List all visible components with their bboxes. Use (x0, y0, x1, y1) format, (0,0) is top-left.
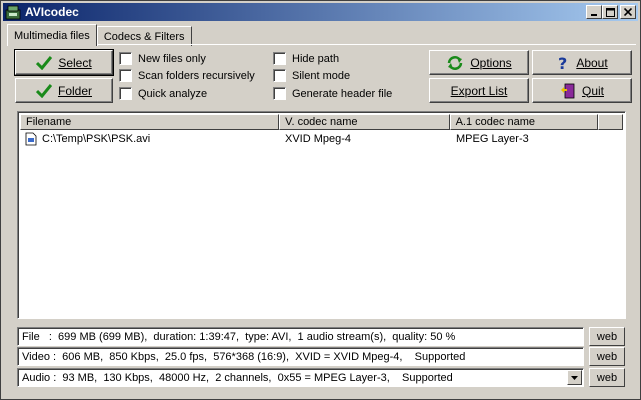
tab-codecs-filters[interactable]: Codecs & Filters (96, 26, 192, 46)
video-web-button[interactable]: web (589, 347, 625, 366)
close-button[interactable] (620, 5, 636, 19)
column-vcodec[interactable]: V. codec name (279, 114, 450, 130)
question-icon: ? (556, 55, 570, 71)
window-title: AVIcodec (25, 5, 79, 19)
tab-strip: Multimedia files Codecs & Filters (7, 24, 192, 46)
checkbox-label: Quick analyze (138, 87, 208, 100)
file-info-field: File : 699 MB (699 MB), duration: 1:39:4… (17, 327, 584, 346)
select-button-label: Select (58, 55, 92, 70)
checkbox-label: Hide path (292, 52, 340, 65)
generate-header-checkbox[interactable]: Generate header file (273, 87, 392, 100)
audio-info-text: Audio : 93 MB, 130 Kbps, 48000 Hz, 2 cha… (22, 371, 453, 384)
checkbox-box (273, 87, 286, 100)
hide-path-checkbox[interactable]: Hide path (273, 52, 339, 65)
checkbox-label: Generate header file (292, 87, 393, 100)
quit-button-label: Quit (581, 83, 604, 98)
file-list[interactable]: Filename V. codec name A.1 codec name C:… (17, 111, 626, 319)
about-button[interactable]: ? About (532, 50, 632, 75)
folder-button-label: Folder (57, 83, 92, 98)
silent-mode-checkbox[interactable]: Silent mode (273, 69, 350, 82)
scan-recursive-checkbox[interactable]: Scan folders recursively (119, 69, 255, 82)
export-list-button-label: Export List (450, 83, 508, 98)
options-button[interactable]: Options (429, 50, 529, 75)
combo-dropdown-button[interactable] (567, 370, 582, 385)
title-buttons (586, 5, 636, 19)
file-list-row[interactable]: C:\Temp\PSK\PSK.avi XVID Mpeg-4 MPEG Lay… (22, 131, 623, 147)
minimize-button[interactable] (586, 5, 602, 19)
checkbox-box (119, 87, 132, 100)
quit-button[interactable]: Quit (532, 78, 632, 103)
checkbox-box (273, 52, 286, 65)
checkbox-label: Silent mode (292, 69, 351, 82)
maximize-icon (605, 7, 615, 17)
column-filler (598, 114, 623, 130)
row-vcodec: XVID Mpeg-4 (285, 133, 352, 145)
checkbox-box (273, 69, 286, 82)
about-button-label: About (576, 55, 608, 70)
minimize-icon (591, 14, 597, 16)
row-filename: C:\Temp\PSK\PSK.avi (42, 133, 151, 145)
exit-door-icon (560, 83, 576, 99)
export-list-button[interactable]: Export List (429, 78, 529, 103)
refresh-icon (446, 55, 464, 71)
checkmark-icon (36, 55, 53, 70)
checkbox-box (119, 52, 132, 65)
close-icon (624, 8, 632, 16)
row-acodec: MPEG Layer-3 (456, 133, 529, 145)
tab-multimedia-files[interactable]: Multimedia files (7, 24, 97, 46)
svg-text:?: ? (558, 55, 567, 71)
app-icon (5, 4, 21, 20)
column-filename[interactable]: Filename (20, 114, 280, 130)
maximize-button[interactable] (602, 5, 618, 19)
checkmark-icon (35, 83, 52, 98)
chevron-down-icon (571, 375, 578, 380)
audio-web-button[interactable]: web (589, 368, 625, 387)
options-button-label: Options (470, 55, 512, 70)
title-bar[interactable]: AVIcodec (3, 3, 638, 21)
avicodec-window: AVIcodec Multimedia files Codecs & Filte… (0, 0, 641, 400)
checkbox-label: Scan folders recursively (138, 69, 255, 82)
folder-button[interactable]: Folder (15, 78, 113, 103)
new-files-only-checkbox[interactable]: New files only (119, 52, 206, 65)
checkbox-label: New files only (138, 52, 206, 65)
column-acodec[interactable]: A.1 codec name (449, 114, 599, 130)
select-button[interactable]: Select (14, 49, 114, 76)
video-info-field: Video : 606 MB, 850 Kbps, 25.0 fps, 576*… (17, 347, 584, 366)
quick-analyze-checkbox[interactable]: Quick analyze (119, 87, 207, 100)
file-web-button[interactable]: web (589, 327, 625, 346)
file-icon (24, 131, 38, 147)
audio-info-combo[interactable]: Audio : 93 MB, 130 Kbps, 48000 Hz, 2 cha… (17, 368, 584, 387)
file-list-header: Filename V. codec name A.1 codec name (20, 114, 623, 130)
checkbox-box (119, 69, 132, 82)
